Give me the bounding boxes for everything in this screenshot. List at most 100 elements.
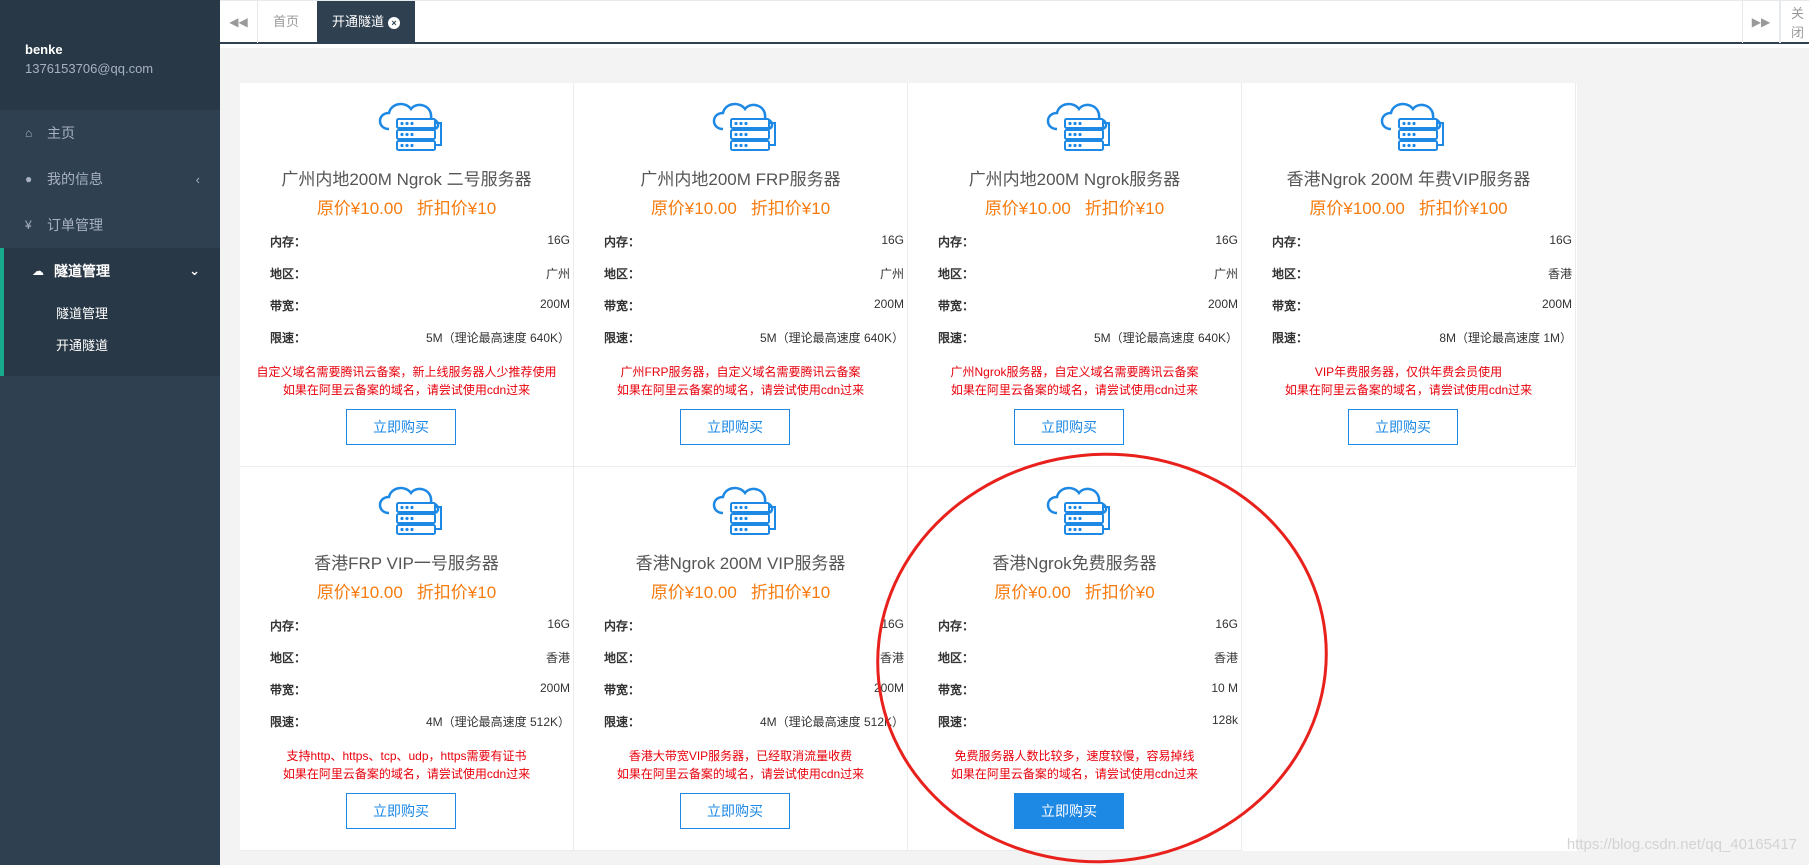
server-card: 香港FRP VIP一号服务器 原价¥10.00 折扣价¥10 内存： 16G 地区： 香港带… bbox=[240, 467, 574, 851]
cloud-server-icon bbox=[378, 102, 442, 151]
tab-scroll-right-button[interactable]: ▶▶ bbox=[1742, 1, 1780, 43]
note-line: 如果在阿里云备案的域名，请尝试使用cdn过来 bbox=[1284, 383, 1533, 397]
sidebar-item-tunnels[interactable]: ☁ 隧道管理 ⌄ bbox=[0, 248, 220, 294]
server-price: 原价¥10.00 折扣价¥10 bbox=[574, 578, 907, 603]
close-tabs-label: 关闭 bbox=[1791, 6, 1805, 40]
discount-price: 折扣价¥10 bbox=[1084, 199, 1165, 218]
server-notes: 广州Ngrok服务器，自定义域名需要腾讯云备案 如果在阿里云备案的域名，请尝试使用… bbox=[908, 363, 1241, 399]
note-line: 如果在阿里云备案的域名，请尝试使用cdn过来 bbox=[950, 383, 1199, 397]
tab-home[interactable]: 首页 bbox=[258, 1, 314, 43]
submenu-item-open-tunnel[interactable]: 开通隧道 bbox=[4, 330, 220, 362]
spec-label: 带宽： bbox=[938, 299, 975, 313]
tab-open-tunnel[interactable]: 开通隧道 × bbox=[317, 1, 416, 43]
cloud-server-icon bbox=[1046, 486, 1110, 535]
spec-value: 香港 bbox=[879, 651, 904, 665]
main-content: 广州内地200M Ngrok 二号服务器 原价¥10.00 折扣价¥10 内存： 16G… bbox=[220, 48, 1809, 865]
note-line: 如果在阿里云备案的域名，请尝试使用cdn过来 bbox=[950, 767, 1199, 781]
original-price: 原价¥10.00 bbox=[650, 199, 737, 218]
spec-label: 内存： bbox=[938, 619, 975, 633]
buy-now-button[interactable]: 立即购买 bbox=[346, 409, 456, 445]
sidebar-nav: ⌂ 主页 ● 我的信息 ‹ ¥ 订单管理 ☁ 隧道管理 ⌄ bbox=[0, 110, 220, 294]
original-price: 原价¥10.00 bbox=[316, 583, 403, 602]
spec-label: 内存： bbox=[604, 235, 641, 249]
spec-value: 10 M bbox=[1211, 681, 1238, 695]
yen-icon: ¥ bbox=[25, 218, 32, 232]
buy-now-button[interactable]: 立即购买 bbox=[1014, 793, 1124, 829]
spec-label: 限速： bbox=[604, 715, 641, 729]
spec-label: 限速： bbox=[1272, 331, 1309, 345]
server-title: 广州内地200M FRP服务器 bbox=[640, 170, 841, 189]
spec-value: 16G bbox=[547, 617, 570, 631]
server-card: 广州内地200M FRP服务器 原价¥10.00 折扣价¥10 内存： 16G 地区： 广州… bbox=[574, 83, 908, 467]
server-title: 香港FRP VIP一号服务器 bbox=[314, 554, 499, 573]
spec-label: 地区： bbox=[1272, 267, 1309, 281]
submenu-item-tunnel-manage[interactable]: 隧道管理 bbox=[4, 298, 220, 330]
tunnel-submenu: 隧道管理 开通隧道 bbox=[0, 294, 220, 376]
note-line: 免费服务器人数比较多，速度较慢，容易掉线 bbox=[954, 749, 1195, 763]
discount-price: 折扣价¥10 bbox=[750, 199, 831, 218]
server-card: 香港Ngrok免费服务器 原价¥0.00 折扣价¥0 内存： 16G 地区： 香港 带宽： 10… bbox=[908, 467, 1242, 851]
note-line: 如果在阿里云备案的域名，请尝试使用cdn过来 bbox=[616, 767, 865, 781]
spec-label: 地区： bbox=[604, 651, 641, 665]
spec-value: 16G bbox=[547, 233, 570, 247]
spec-label: 内存： bbox=[270, 235, 307, 249]
spec-value: 16G bbox=[1549, 233, 1572, 247]
note-line: VIP年费服务器，仅供年费会员使用 bbox=[1314, 365, 1503, 379]
server-title: 广州内地200M Ngrok服务器 bbox=[968, 170, 1181, 189]
original-price: 原价¥10.00 bbox=[650, 583, 737, 602]
spec-label: 带宽： bbox=[604, 299, 641, 313]
buy-now-button[interactable]: 立即购买 bbox=[1348, 409, 1458, 445]
original-price: 原价¥10.00 bbox=[984, 199, 1071, 218]
server-notes: 自定义域名需要腾讯云备案，新上线服务器人少推荐使用 如果在阿里云备案的域名，请尝试… bbox=[240, 363, 573, 399]
sidebar-item-orders[interactable]: ¥ 订单管理 bbox=[0, 202, 220, 248]
spec-label: 限速： bbox=[604, 331, 641, 345]
server-card: 广州内地200M Ngrok服务器 原价¥10.00 折扣价¥10 内存： 16G 地区：… bbox=[908, 83, 1242, 467]
sidebar-item-my-info[interactable]: ● 我的信息 ‹ bbox=[0, 156, 220, 202]
spec-value: 200M bbox=[539, 297, 570, 311]
buy-now-button[interactable]: 立即购买 bbox=[1014, 409, 1124, 445]
home-icon: ⌂ bbox=[25, 126, 33, 140]
buy-now-button[interactable]: 立即购买 bbox=[680, 793, 790, 829]
sidebar-item-label: 订单管理 bbox=[47, 217, 103, 233]
cloud-server-icon bbox=[1046, 102, 1110, 151]
cloud-icon: ☁ bbox=[32, 264, 44, 278]
original-price: 原价¥10.00 bbox=[316, 199, 403, 218]
server-card: 广州内地200M Ngrok 二号服务器 原价¥10.00 折扣价¥10 内存： 16G… bbox=[240, 83, 574, 467]
spec-value: 4M（理论最高速度 512K） bbox=[425, 715, 570, 729]
watermark: https://blog.csdn.net/qq_40165417 bbox=[1566, 836, 1797, 853]
discount-price: 折扣价¥100 bbox=[1418, 199, 1508, 218]
user-email: 1376153706@qq.com bbox=[25, 61, 154, 76]
spec-label: 带宽： bbox=[270, 299, 307, 313]
spec-label: 带宽： bbox=[270, 683, 307, 697]
spec-value: 128k bbox=[1211, 713, 1238, 727]
server-price: 原价¥10.00 折扣价¥10 bbox=[908, 194, 1241, 219]
server-price: 原价¥10.00 折扣价¥10 bbox=[240, 194, 573, 219]
sidebar: benke 1376153706@qq.com ⌂ 主页 ● 我的信息 ‹ ¥ … bbox=[0, 0, 220, 865]
cloud-server-icon bbox=[712, 486, 776, 535]
spec-value: 16G bbox=[881, 233, 904, 247]
close-tabs-button[interactable]: 关闭 bbox=[1780, 1, 1809, 43]
double-right-arrow-icon: ▶▶ bbox=[1751, 15, 1771, 29]
note-line: 如果在阿里云备案的域名，请尝试使用cdn过来 bbox=[282, 767, 531, 781]
spec-label: 限速： bbox=[938, 331, 975, 345]
spec-label: 限速： bbox=[270, 715, 307, 729]
close-icon[interactable]: × bbox=[388, 16, 401, 29]
chevron-down-icon: ⌄ bbox=[189, 263, 200, 278]
tab-scroll-left-button[interactable]: ◀◀ bbox=[220, 1, 258, 43]
buy-now-button[interactable]: 立即购买 bbox=[346, 793, 456, 829]
server-notes: 免费服务器人数比较多，速度较慢，容易掉线 如果在阿里云备案的域名，请尝试使用cdn… bbox=[908, 747, 1241, 783]
sidebar-item-label: 主页 bbox=[47, 125, 75, 141]
spec-value: 广州 bbox=[879, 267, 904, 281]
spec-value: 4M（理论最高速度 512K） bbox=[759, 715, 904, 729]
spec-label: 带宽： bbox=[1272, 299, 1309, 313]
server-card: 香港Ngrok 200M VIP服务器 原价¥10.00 折扣价¥10 内存： 16G 地… bbox=[574, 467, 908, 851]
username: benke bbox=[25, 42, 63, 57]
spec-value: 广州 bbox=[1213, 267, 1238, 281]
sidebar-item-home[interactable]: ⌂ 主页 bbox=[0, 110, 220, 156]
spec-value: 200M bbox=[873, 681, 904, 695]
spec-label: 地区： bbox=[270, 651, 307, 665]
buy-now-button[interactable]: 立即购买 bbox=[680, 409, 790, 445]
server-card: 香港Ngrok 200M 年费VIP服务器 原价¥100.00 折扣价¥100 内存：… bbox=[1242, 83, 1576, 467]
spec-label: 带宽： bbox=[938, 683, 975, 697]
spec-label: 限速： bbox=[270, 331, 307, 345]
